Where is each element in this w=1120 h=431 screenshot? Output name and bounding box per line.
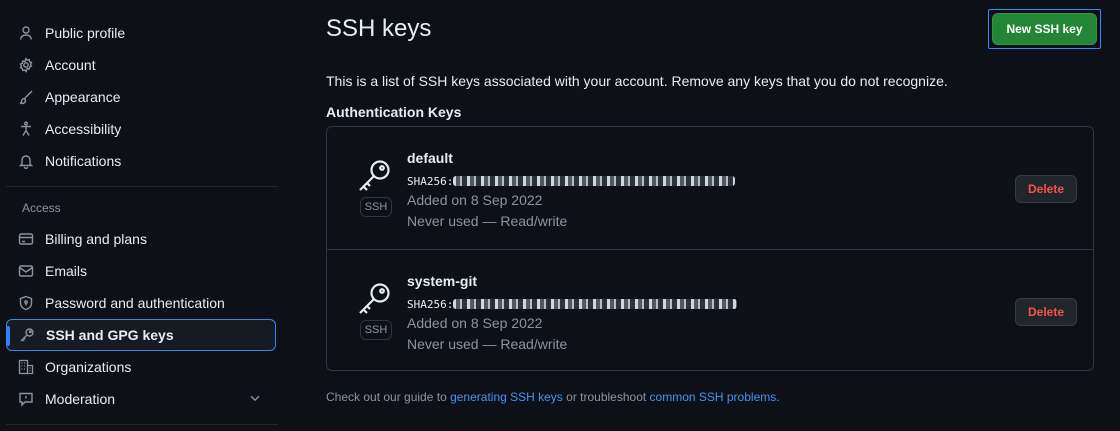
footer-text: or troubleshoot [562,390,650,404]
sidebar-item-label: Organizations [45,359,132,375]
mail-icon [18,263,34,279]
ssh-key-added-date: Added on 8 Sep 2022 [407,315,543,331]
sidebar-divider [6,424,278,425]
person-icon [18,25,34,41]
sidebar-item-moderation[interactable]: Moderation [6,383,276,415]
sidebar-item-label: Password and authentication [45,295,225,311]
redacted-fingerprint [453,176,735,186]
key-icon [357,281,393,317]
page-title: SSH keys [326,15,432,42]
sidebar-item-appearance[interactable]: Appearance [6,81,276,113]
generating-ssh-keys-link[interactable]: generating SSH keys [450,390,563,404]
ssh-key-usage: Never used — Read/write [407,213,568,229]
ssh-key-fingerprint: SHA256: [407,175,454,188]
sidebar-item-label: Notifications [45,153,122,169]
page-description: This is a list of SSH keys associated wi… [326,73,948,89]
sidebar-item-password-auth[interactable]: Password and authentication [6,287,276,319]
gear-icon [18,57,34,73]
delete-key-button[interactable]: Delete [1015,298,1077,326]
ssh-badge: SSH [360,320,392,340]
sidebar-item-notifications[interactable]: Notifications [6,145,276,177]
sidebar-item-label: Account [45,57,96,73]
chevron-down-icon[interactable] [248,391,262,408]
footer-text: . [776,390,780,404]
sidebar-item-label: SSH and GPG keys [46,327,174,343]
organization-icon [18,359,34,375]
sidebar-item-label: Moderation [45,391,116,407]
paintbrush-icon [18,89,34,105]
ssh-key-fingerprint: SHA256: [407,298,454,311]
ssh-keys-list: SSH default SHA256: Added on 8 Sep 2022 … [326,126,1094,371]
delete-key-button[interactable]: Delete [1015,175,1077,203]
sidebar-item-billing[interactable]: Billing and plans [6,223,276,255]
ssh-key-name: default [407,150,453,166]
ssh-badge: SSH [360,197,392,217]
bell-icon [18,153,34,169]
sidebar-item-label: Public profile [45,25,126,41]
sidebar-divider [6,186,278,187]
sidebar-item-label: Billing and plans [45,231,147,247]
sidebar-item-label: Accessibility [45,121,122,137]
sidebar-item-organizations[interactable]: Organizations [6,351,276,383]
sidebar-item-label: Appearance [45,89,121,105]
help-footer: Check out our guide to generating SSH ke… [326,390,780,404]
footer-text: Check out our guide to [326,390,451,404]
sidebar-item-public-profile[interactable]: Public profile [6,17,276,49]
authentication-keys-heading: Authentication Keys [326,104,462,120]
credit-card-icon [18,231,34,247]
ssh-key-name: system-git [407,273,478,289]
new-ssh-key-button[interactable]: New SSH key [992,13,1097,45]
ssh-key-usage: Never used — Read/write [407,336,568,352]
redacted-fingerprint [453,299,737,309]
ssh-key-added-date: Added on 8 Sep 2022 [407,192,543,208]
sidebar-item-account[interactable]: Account [6,49,276,81]
ssh-key-row: SSH default SHA256: Added on 8 Sep 2022 … [327,127,1093,249]
accessibility-icon [18,121,34,137]
key-icon [357,158,393,194]
settings-sidebar: Public profile Account Appearance Access… [0,0,290,431]
sidebar-item-ssh-gpg-keys[interactable]: SSH and GPG keys [6,319,276,351]
key-icon [19,327,35,343]
sidebar-item-label: Emails [45,263,88,279]
report-icon [18,391,34,407]
ssh-key-row: SSH system-git SHA256: Added on 8 Sep 20… [327,249,1093,371]
new-ssh-key-focus-ring: New SSH key [988,9,1101,49]
common-ssh-problems-link[interactable]: common SSH problems [650,390,777,404]
sidebar-item-accessibility[interactable]: Accessibility [6,113,276,145]
sidebar-item-emails[interactable]: Emails [6,255,276,287]
sidebar-section-label: Access [22,201,61,215]
shield-lock-icon [18,295,34,311]
